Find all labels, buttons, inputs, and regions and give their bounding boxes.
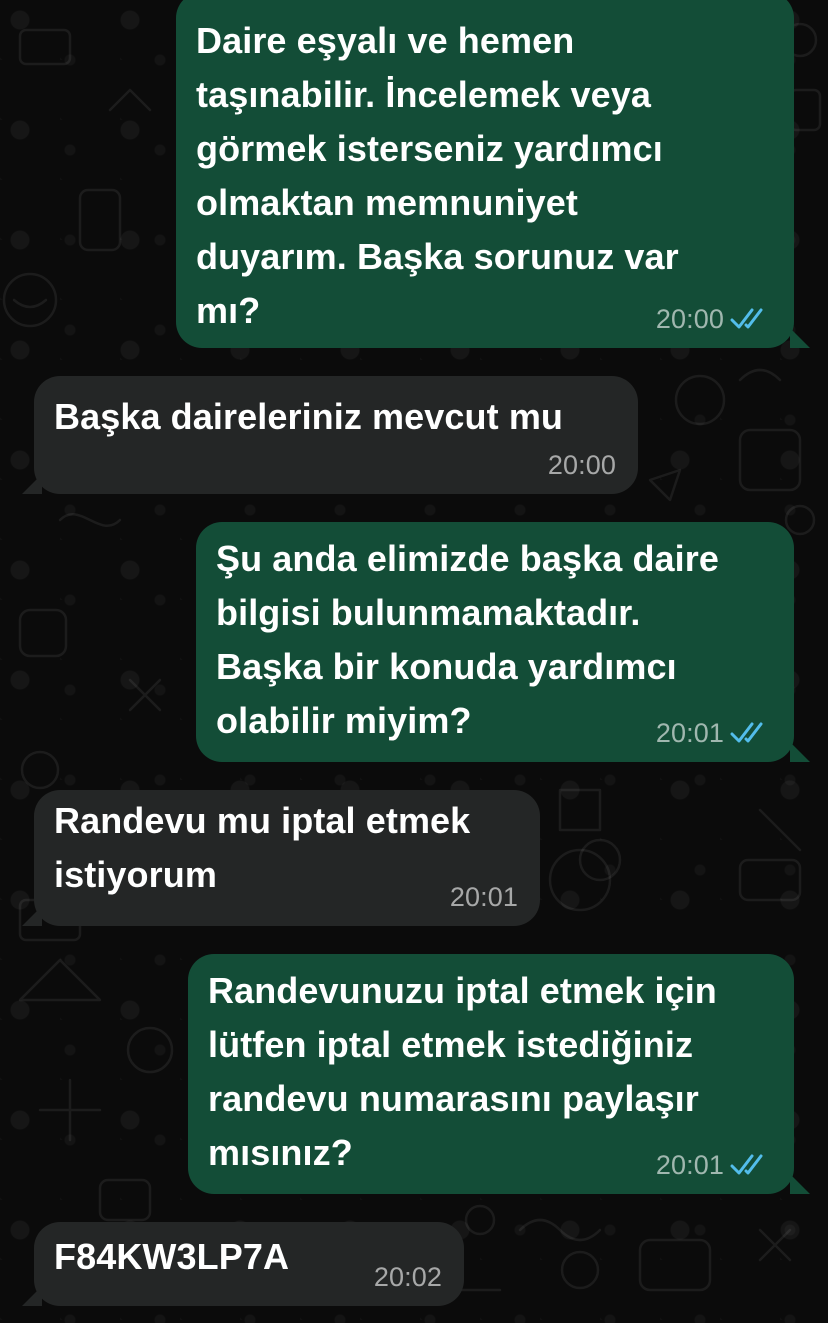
message-meta: 20:01 [656, 1150, 772, 1180]
message-bubble-outgoing[interactable]: Şu anda elimizde başka daire bilgisi bul… [196, 522, 794, 762]
message-meta: 20:02 [374, 1262, 442, 1292]
message-meta: 20:00 [656, 304, 772, 334]
message-text: Şu anda elimizde başka daire bilgisi bul… [216, 538, 720, 741]
message-text: Randevunuzu iptal etmek için lütfen ipta… [208, 970, 717, 1173]
message-bubble-incoming[interactable]: Randevu mu iptal etmek istiyorum 20:01 [34, 790, 540, 926]
double-check-read-icon [730, 722, 763, 743]
message-meta: 20:01 [656, 718, 772, 748]
bubble-tail [22, 906, 42, 926]
message-time: 20:01 [655, 1150, 724, 1180]
bubble-tail [790, 742, 810, 762]
message-time: 20:00 [655, 304, 724, 334]
message-bubble-incoming[interactable]: F84KW3LP7A 20:02 [34, 1222, 464, 1306]
message-time: 20:00 [547, 450, 616, 480]
message-text: Daire eşyalı ve hemen taşınabilir. İncel… [196, 20, 679, 331]
message-bubble-incoming[interactable]: Başka daireleriniz mevcut mu 20:00 [34, 376, 638, 494]
bubble-tail [22, 1286, 42, 1306]
message-bubble-outgoing[interactable]: Randevunuzu iptal etmek için lütfen ipta… [188, 954, 794, 1194]
double-check-read-icon [730, 1154, 763, 1175]
bubble-tail [790, 328, 810, 348]
message-time: 20:01 [655, 718, 724, 748]
message-time: 20:02 [373, 1262, 442, 1292]
message-text: Başka daireleriniz mevcut mu [54, 396, 564, 437]
message-meta: 20:00 [548, 450, 616, 480]
message-meta: 20:01 [450, 882, 518, 912]
bubble-tail [22, 474, 42, 494]
message-bubble-outgoing[interactable]: Daire eşyalı ve hemen taşınabilir. İncel… [176, 0, 794, 348]
bubble-tail [790, 1174, 810, 1194]
double-check-read-icon [730, 308, 763, 329]
message-time: 20:01 [449, 882, 518, 912]
